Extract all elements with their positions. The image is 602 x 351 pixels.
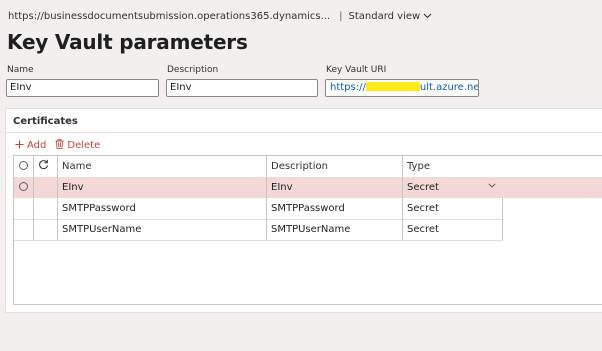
column-divider	[33, 198, 34, 219]
grid-header: Name Description Type	[14, 156, 602, 178]
column-divider	[57, 177, 58, 198]
description-field[interactable]: EInv	[166, 79, 318, 97]
cell-type[interactable]: Secret	[407, 219, 439, 240]
table-row[interactable]: EInv EInv Secret	[14, 177, 602, 198]
cell-type[interactable]: Secret	[407, 177, 439, 198]
column-divider	[502, 219, 503, 240]
add-label: Add	[27, 140, 47, 151]
column-divider	[402, 198, 403, 219]
refresh-icon[interactable]	[38, 157, 49, 178]
cell-description[interactable]: SMTPUserName	[271, 219, 350, 240]
page-title: Key Vault parameters	[7, 30, 248, 54]
column-divider	[57, 156, 58, 177]
cell-description[interactable]: EInv	[271, 177, 293, 198]
trash-icon	[55, 139, 64, 152]
name-field[interactable]: EInv	[6, 79, 159, 97]
certificates-panel: Certificates Add Delete Name Description…	[5, 108, 602, 313]
cell-name[interactable]: EInv	[62, 177, 84, 198]
name-label: Name	[7, 65, 34, 75]
chevron-down-icon[interactable]	[488, 177, 496, 196]
column-divider	[402, 219, 403, 240]
key-vault-uri-label: Key Vault URI	[326, 65, 387, 75]
column-divider	[402, 156, 403, 177]
cell-name[interactable]: SMTPUserName	[62, 219, 141, 240]
row-select-radio-icon[interactable]	[19, 182, 28, 191]
add-button[interactable]: Add	[15, 139, 46, 152]
uri-suffix: ult.azure.net/	[419, 82, 479, 93]
plus-icon	[15, 139, 24, 152]
column-divider	[266, 177, 267, 198]
panel-divider	[6, 132, 602, 133]
column-header-type[interactable]: Type	[407, 156, 430, 177]
description-label: Description	[167, 65, 219, 75]
top-bar: https://businessdocumentsubmission.opera…	[8, 11, 432, 22]
uri-prefix: https://	[330, 82, 366, 93]
chevron-down-icon	[423, 12, 432, 22]
column-divider	[33, 156, 34, 177]
delete-label: Delete	[67, 140, 101, 151]
column-divider	[57, 198, 58, 219]
view-label: Standard view	[348, 11, 421, 22]
column-header-name[interactable]: Name	[62, 156, 92, 177]
cell-type[interactable]: Secret	[407, 198, 439, 219]
table-row[interactable]: SMTPPassword SMTPPassword Secret	[14, 198, 503, 220]
view-selector[interactable]: Standard view	[349, 11, 433, 22]
column-divider	[57, 219, 58, 240]
cell-name[interactable]: SMTPPassword	[62, 198, 136, 219]
certificates-title: Certificates	[13, 116, 78, 127]
key-vault-uri-field[interactable]: https:// ult.azure.net/	[325, 79, 479, 97]
certificates-grid: Name Description Type EInv EInv Secret S…	[13, 155, 602, 305]
table-row[interactable]: SMTPUserName SMTPUserName Secret	[14, 219, 503, 241]
certificates-toolbar: Add Delete	[15, 139, 109, 152]
column-divider	[402, 177, 403, 198]
column-divider	[266, 219, 267, 240]
page-url: https://businessdocumentsubmission.opera…	[8, 11, 331, 22]
column-divider	[502, 198, 503, 219]
separator: |	[339, 11, 343, 22]
column-divider	[266, 198, 267, 219]
select-all-radio-icon[interactable]	[19, 161, 28, 170]
column-divider	[266, 156, 267, 177]
cell-description[interactable]: SMTPPassword	[271, 198, 345, 219]
column-header-description[interactable]: Description	[271, 156, 328, 177]
delete-button[interactable]: Delete	[55, 139, 100, 152]
column-divider	[33, 177, 34, 198]
redaction-highlight	[365, 81, 420, 91]
column-divider	[33, 219, 34, 240]
